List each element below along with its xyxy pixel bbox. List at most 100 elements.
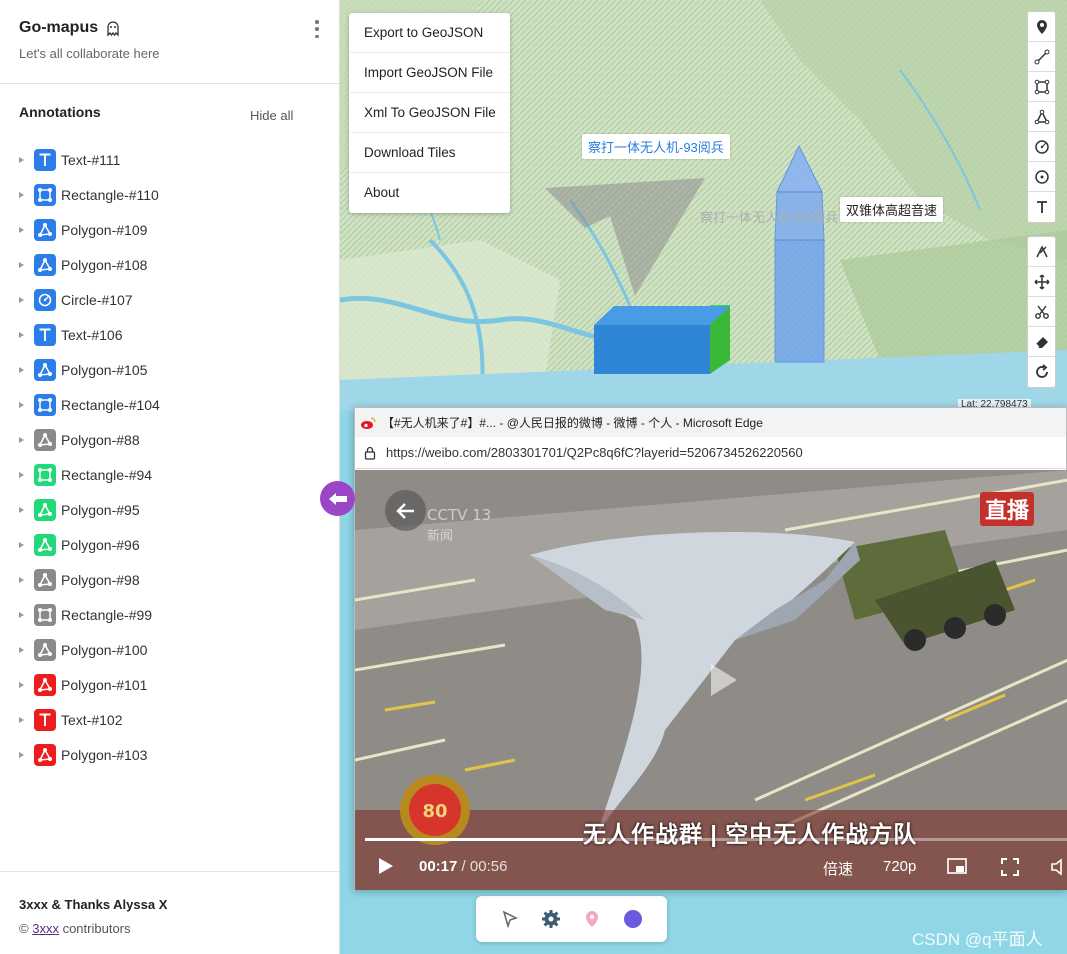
expand-caret-icon[interactable] [19,156,24,163]
marker-icon[interactable] [1028,12,1055,42]
eraser-icon[interactable] [1028,327,1055,357]
watermark: CSDN @q平面人 [912,930,1043,949]
expand-caret-icon[interactable] [19,331,24,338]
video-progress-bar[interactable] [365,838,1067,841]
expand-caret-icon[interactable] [19,506,24,513]
more-menu-icon[interactable] [313,20,321,38]
annotation-item[interactable]: Text-#102 [0,702,339,737]
annotations-title: Annotations [19,104,101,120]
map-menu-item[interactable]: Download Tiles [349,133,510,173]
annotation-item[interactable]: Polygon-#98 [0,562,339,597]
map-menu-item[interactable]: About [349,173,510,213]
annotation-item[interactable]: Polygon-#101 [0,667,339,702]
scissors-icon[interactable] [1028,297,1055,327]
lock-icon [364,446,376,460]
map-menu-item[interactable]: Export to GeoJSON [349,13,510,53]
annotation-item[interactable]: Rectangle-#99 [0,597,339,632]
map-label-hypersonic[interactable]: 双锥体高超音速 [840,197,944,222]
expand-caret-icon[interactable] [19,401,24,408]
expand-caret-icon[interactable] [19,436,24,443]
circle-marker-icon[interactable] [1028,162,1055,192]
annotation-item[interactable]: Polygon-#109 [0,212,339,247]
polygon-icon [34,358,56,381]
annotation-item[interactable]: Polygon-#105 [0,352,339,387]
annotation-item[interactable]: Polygon-#88 [0,422,339,457]
duration: 00:56 [469,858,508,875]
pip-icon[interactable] [947,858,967,881]
expand-caret-icon[interactable] [19,471,24,478]
annotation-item[interactable]: Polygon-#95 [0,492,339,527]
annotation-item[interactable]: Rectangle-#110 [0,177,339,212]
annotation-label: Text-#106 [61,326,123,343]
rectangle-icon[interactable] [1028,72,1055,102]
browser-title: 【#无人机来了#】#... - @人民日报的微博 - 微博 - 个人 - Mic… [382,416,763,430]
polygon-icon [34,218,56,241]
polygon-icon [34,428,56,451]
annotation-label: Polygon-#108 [61,256,148,273]
polygon-icon [34,568,56,591]
contributors-text: contributors [62,921,131,936]
expand-caret-icon[interactable] [19,646,24,653]
expand-caret-icon[interactable] [19,366,24,373]
expand-caret-icon[interactable] [19,611,24,618]
fullscreen-icon[interactable] [1001,858,1019,881]
expand-caret-icon[interactable] [19,261,24,268]
move-icon[interactable] [1028,267,1055,297]
channel-logo-sub: 新闻 [427,528,453,544]
map-faint-label: 察打一体无人机-93阅兵 [700,211,838,226]
annotation-item[interactable]: Text-#106 [0,317,339,352]
map-menu-item[interactable]: Xml To GeoJSON File [349,93,510,133]
annotation-item[interactable]: Circle-#107 [0,282,339,317]
text-icon[interactable] [1028,192,1055,222]
time-separator: / [461,858,466,875]
annotation-item[interactable]: Polygon-#103 [0,737,339,772]
pin-icon[interactable] [580,907,604,931]
annotation-item[interactable]: Rectangle-#104 [0,387,339,422]
settings-icon[interactable] [539,907,563,931]
map-label-drone[interactable]: 察打一体无人机-93阅兵 [582,134,730,159]
speed-button[interactable]: 倍速 [823,858,853,879]
polygon-icon[interactable] [1028,102,1055,132]
cut-polygon-icon[interactable] [1028,237,1055,267]
polygon-icon [34,743,56,766]
volume-icon[interactable] [1051,858,1067,881]
polygon-icon [34,498,56,521]
polygon-icon [34,533,56,556]
annotation-item[interactable]: Text-#111 [0,142,339,177]
annotation-label: Rectangle-#110 [61,186,159,203]
channel-logo: CCTV 13 [427,506,491,524]
play-icon[interactable] [377,856,395,881]
rotate-icon[interactable] [1028,357,1055,387]
expand-caret-icon[interactable] [19,751,24,758]
cursor-icon[interactable] [498,907,522,931]
video-player[interactable]: 80 CCTV 13 新闻 直播 无人作战群 | 空中无人作战方队 00:17 … [355,470,1067,890]
quality-button[interactable]: 720p [883,858,916,875]
annotation-item[interactable]: Rectangle-#94 [0,457,339,492]
video-back-button[interactable] [385,490,426,531]
video-controls: 00:17 / 00:56 倍速 720p [355,832,1067,890]
expand-caret-icon[interactable] [19,681,24,688]
expand-caret-icon[interactable] [19,541,24,548]
hide-all-button[interactable]: Hide all [250,108,293,123]
annotation-label: Text-#111 [61,151,121,168]
url-text[interactable]: https://weibo.com/2803301701/Q2Pc8q6fC?l… [386,445,803,460]
expand-caret-icon[interactable] [19,576,24,583]
circle-icon[interactable] [1028,132,1055,162]
collapse-sidebar-button[interactable] [320,481,355,516]
author-link[interactable]: 3xxx [32,921,59,936]
play-overlay-icon[interactable] [705,660,741,705]
color-dot-icon[interactable] [621,907,645,931]
browser-titlebar: 【#无人机来了#】#... - @人民日报的微博 - 微博 - 个人 - Mic… [355,408,1066,437]
line-icon[interactable] [1028,42,1055,72]
text-icon [34,708,56,731]
edit-toolbar [1027,236,1056,388]
expand-caret-icon[interactable] [19,226,24,233]
annotation-item[interactable]: Polygon-#108 [0,247,339,282]
map-menu-item[interactable]: Import GeoJSON File [349,53,510,93]
expand-caret-icon[interactable] [19,716,24,723]
annotation-item[interactable]: Polygon-#96 [0,527,339,562]
annotation-item[interactable]: Polygon-#100 [0,632,339,667]
expand-caret-icon[interactable] [19,296,24,303]
address-bar[interactable]: https://weibo.com/2803301701/Q2Pc8q6fC?l… [355,437,1066,469]
expand-caret-icon[interactable] [19,191,24,198]
